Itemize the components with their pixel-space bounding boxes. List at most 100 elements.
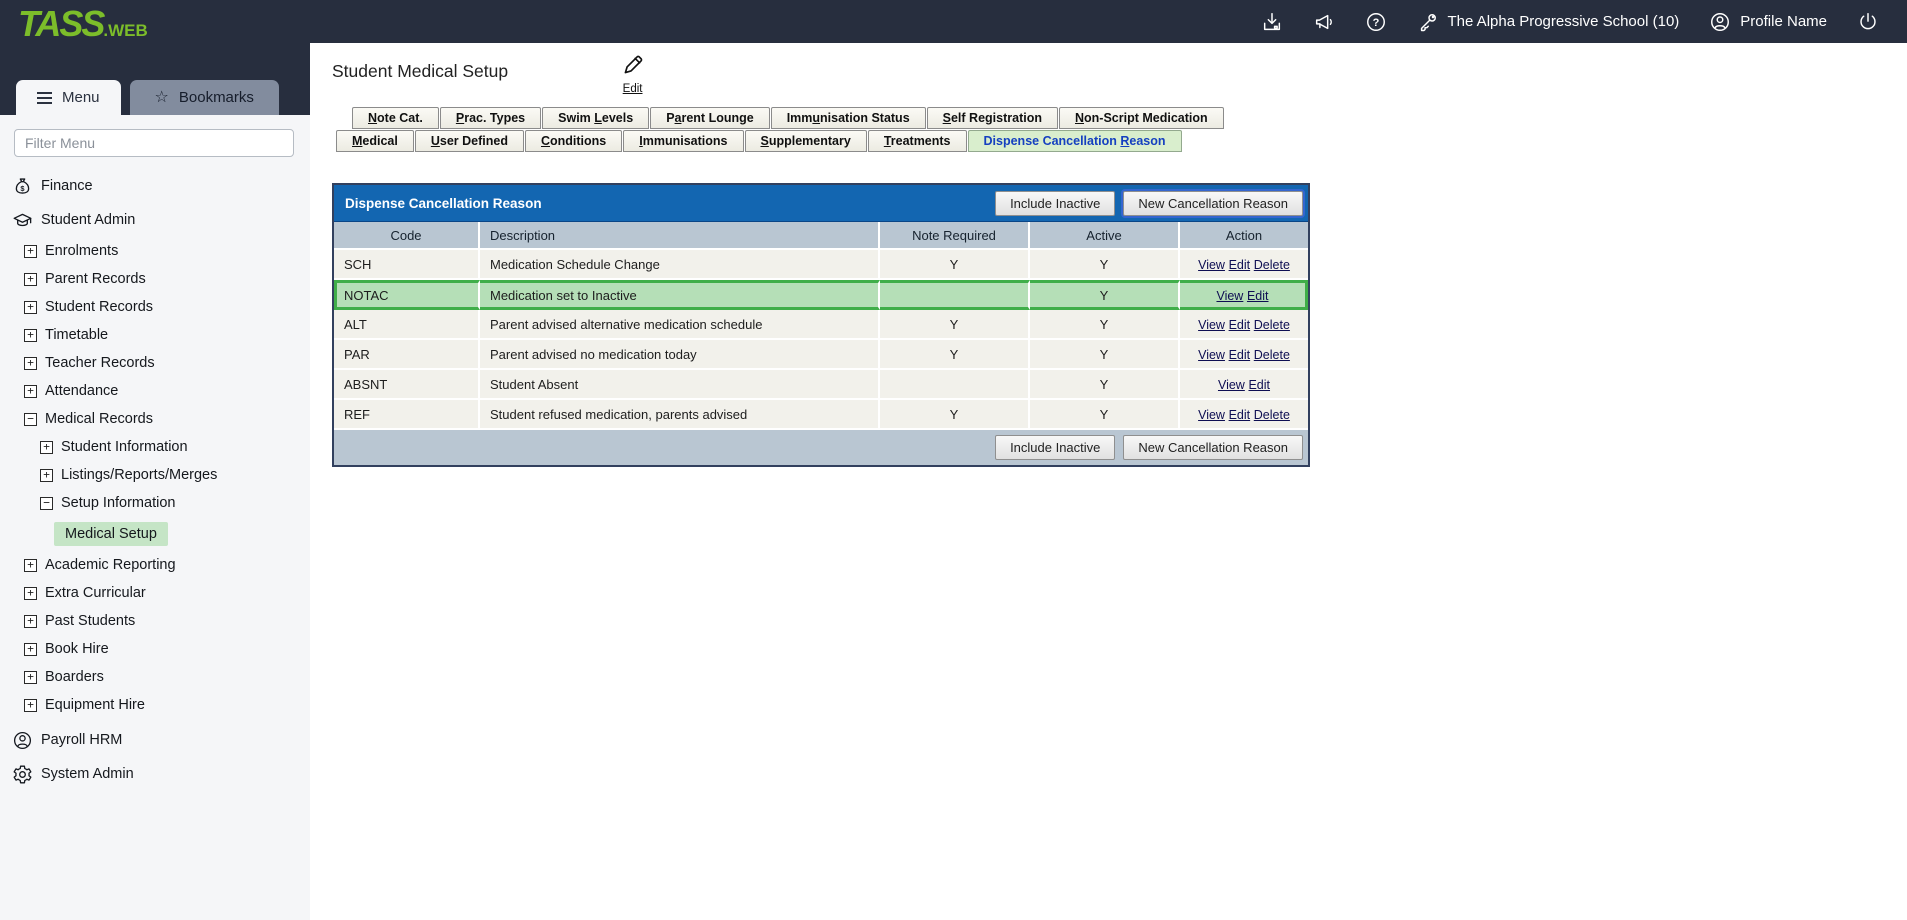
cell-description: Student Absent xyxy=(480,370,880,400)
sidebar-item-parent-records[interactable]: +Parent Records xyxy=(0,265,310,293)
sidebar-item-student-admin[interactable]: Student Admin xyxy=(0,203,310,237)
expand-icon[interactable]: + xyxy=(24,643,37,656)
expand-icon[interactable]: + xyxy=(24,329,37,342)
expand-icon[interactable]: + xyxy=(24,587,37,600)
edit-page-button[interactable]: Edit xyxy=(620,53,645,95)
tab-swim-levels[interactable]: Swim Levels xyxy=(542,107,649,129)
sidebar-item-label: Medical Setup xyxy=(54,522,168,546)
sidebar-header: TASS.WEB Menu ☆ Bookmarks xyxy=(0,0,310,115)
profile-menu[interactable]: Profile Name xyxy=(1709,11,1827,33)
expand-icon[interactable]: + xyxy=(40,441,53,454)
delete-link[interactable]: Delete xyxy=(1254,318,1290,332)
expand-icon[interactable]: + xyxy=(24,301,37,314)
view-link[interactable]: View xyxy=(1216,289,1243,303)
filter-menu-input[interactable] xyxy=(14,129,294,157)
expand-icon[interactable]: + xyxy=(24,615,37,628)
view-link[interactable]: View xyxy=(1218,378,1245,392)
tab-parent-lounge[interactable]: Parent Lounge xyxy=(650,107,770,129)
help-icon[interactable]: ? xyxy=(1365,11,1387,33)
expand-icon[interactable]: + xyxy=(24,559,37,572)
expand-icon[interactable]: + xyxy=(24,671,37,684)
tab-conditions[interactable]: Conditions xyxy=(525,130,622,152)
tab-medical[interactable]: Medical xyxy=(336,130,414,152)
sidebar-item-system-admin[interactable]: System Admin xyxy=(0,757,310,791)
expand-icon[interactable]: + xyxy=(24,357,37,370)
sidebar-item-past-students[interactable]: +Past Students xyxy=(0,607,310,635)
logo-suffix-text: .WEB xyxy=(103,21,147,40)
tab-non-script-medication[interactable]: Non-Script Medication xyxy=(1059,107,1224,129)
cell-code: PAR xyxy=(334,340,480,370)
include-inactive-button-bottom[interactable]: Include Inactive xyxy=(995,435,1115,460)
tab-immunisation-status[interactable]: Immunisation Status xyxy=(771,107,926,129)
sidebar-item-boarders[interactable]: +Boarders xyxy=(0,663,310,691)
edit-link[interactable]: Edit xyxy=(1229,408,1251,422)
tab-bookmarks[interactable]: ☆ Bookmarks xyxy=(130,80,279,115)
sidebar-item-enrolments[interactable]: + Enrolments xyxy=(0,237,310,265)
sidebar-item-payroll-hrm[interactable]: Payroll HRM xyxy=(0,723,310,757)
expand-icon[interactable]: + xyxy=(40,469,53,482)
expand-icon[interactable]: + xyxy=(24,273,37,286)
table-row-par: PARParent advised no medication todayYYV… xyxy=(334,340,1308,370)
delete-link[interactable]: Delete xyxy=(1254,258,1290,272)
download-icon[interactable] xyxy=(1261,11,1283,33)
sidebar-item-setup-information[interactable]: −Setup Information xyxy=(0,489,310,517)
school-selector[interactable]: The Alpha Progressive School (10) xyxy=(1417,11,1680,33)
sidebar-item-listings-reports-merges[interactable]: +Listings/Reports/Merges xyxy=(0,461,310,489)
sidebar-item-finance[interactable]: $Finance xyxy=(0,169,310,203)
sidebar-item-student-records[interactable]: +Student Records xyxy=(0,293,310,321)
collapse-icon[interactable]: − xyxy=(40,497,53,510)
tass-logo[interactable]: TASS.WEB xyxy=(18,6,148,42)
sidebar-tabs: Menu ☆ Bookmarks xyxy=(16,80,279,115)
tab-supplementary[interactable]: Supplementary xyxy=(745,130,867,152)
new-cancellation-reason-button-bottom[interactable]: New Cancellation Reason xyxy=(1123,435,1303,460)
tab-user-defined[interactable]: User Defined xyxy=(415,130,524,152)
announcements-icon[interactable] xyxy=(1313,11,1335,33)
tab-dispense-cancellation-reason[interactable]: Dispense Cancellation Reason xyxy=(968,130,1182,152)
sidebar-item-medical-records[interactable]: −Medical Records xyxy=(0,405,310,433)
sidebar-item-medical-setup[interactable]: Medical Setup xyxy=(0,517,310,551)
delete-link[interactable]: Delete xyxy=(1254,348,1290,362)
view-link[interactable]: View xyxy=(1198,318,1225,332)
edit-link[interactable]: Edit xyxy=(1229,348,1251,362)
collapse-icon[interactable]: − xyxy=(24,413,37,426)
sidebar-item-label: Attendance xyxy=(45,383,118,399)
view-link[interactable]: View xyxy=(1198,408,1225,422)
new-cancellation-reason-button-top[interactable]: New Cancellation Reason xyxy=(1123,191,1303,216)
view-link[interactable]: View xyxy=(1198,348,1225,362)
edit-link[interactable]: Edit xyxy=(1247,289,1269,303)
expand-icon[interactable]: + xyxy=(24,385,37,398)
sidebar-item-label: System Admin xyxy=(41,766,134,782)
table-row-notac: NOTACMedication set to InactiveYView Edi… xyxy=(334,280,1308,310)
delete-link[interactable]: Delete xyxy=(1254,408,1290,422)
sidebar-item-label: Medical Records xyxy=(45,411,153,427)
sidebar-item-attendance[interactable]: + Attendance xyxy=(0,377,310,405)
include-inactive-button-top[interactable]: Include Inactive xyxy=(995,191,1115,216)
cell-note-required: Y xyxy=(880,250,1030,280)
sidebar-item-student-information[interactable]: + Student Information xyxy=(0,433,310,461)
tab-prac-types[interactable]: Prac. Types xyxy=(440,107,541,129)
tab-note-cat[interactable]: Note Cat. xyxy=(352,107,439,129)
sidebar-item-label: Enrolments xyxy=(45,243,118,259)
sidebar-item-label: Equipment Hire xyxy=(45,697,145,713)
sidebar-item-extra-curricular[interactable]: +Extra Curricular xyxy=(0,579,310,607)
tab-treatments[interactable]: Treatments xyxy=(868,130,967,152)
tab-self-registration[interactable]: Self Registration xyxy=(927,107,1058,129)
sidebar-item-book-hire[interactable]: +Book Hire xyxy=(0,635,310,663)
sidebar-item-timetable[interactable]: +Timetable xyxy=(0,321,310,349)
sidebar-item-teacher-records[interactable]: +Teacher Records xyxy=(0,349,310,377)
sidebar-item-equipment-hire[interactable]: + Equipment Hire xyxy=(0,691,310,719)
expand-icon[interactable]: + xyxy=(24,245,37,258)
edit-link[interactable]: Edit xyxy=(1229,258,1251,272)
cell-active: Y xyxy=(1030,400,1180,430)
edit-link[interactable]: Edit xyxy=(1248,378,1270,392)
tab-menu[interactable]: Menu xyxy=(16,80,121,115)
logout-power-icon[interactable] xyxy=(1857,11,1879,33)
tab-immunisations[interactable]: Immunisations xyxy=(623,130,743,152)
edit-link[interactable]: Edit xyxy=(1229,318,1251,332)
page-header: Student Medical Setup Edit xyxy=(310,43,1907,101)
logo-text: TASS xyxy=(18,3,103,44)
sidebar-item-academic-reporting[interactable]: +Academic Reporting xyxy=(0,551,310,579)
expand-icon[interactable]: + xyxy=(24,699,37,712)
view-link[interactable]: View xyxy=(1198,258,1225,272)
sidebar-item-label: Student Information xyxy=(61,439,188,455)
